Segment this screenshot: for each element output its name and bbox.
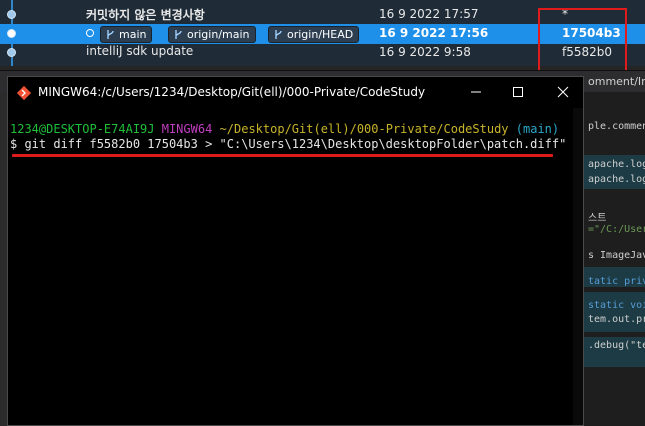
code-line: ="/C:/User: [588, 224, 645, 235]
minimize-button[interactable]: [461, 81, 491, 103]
prompt-path: ~/Desktop/Git(ell)/000-Private/CodeStudy: [219, 122, 509, 136]
git-bash-icon: [16, 85, 32, 101]
terminal-output[interactable]: 1234@DESKTOP-E74AI9J MINGW64 ~/Desktop/G…: [8, 108, 583, 425]
terminal-title-bar[interactable]: MINGW64:/c/Users/1234/Desktop/Git(ell)/0…: [8, 77, 583, 108]
ide-tab-label[interactable]: omment/Ima: [588, 75, 645, 88]
minimize-icon: [471, 91, 481, 93]
command-underline: [12, 154, 553, 157]
branch-tag-origin-head[interactable]: origin/HEAD: [268, 26, 360, 43]
close-icon: [557, 86, 569, 98]
code-line: s ImageJav: [588, 250, 645, 261]
terminal-scrollbar[interactable]: [573, 108, 583, 425]
code-line: tem.out.pr: [588, 314, 645, 325]
maximize-icon: [513, 87, 523, 97]
commit-node-icon: [7, 10, 16, 19]
branch-icon: [175, 30, 182, 39]
branch-tag-origin-main[interactable]: origin/main: [168, 26, 256, 43]
commit-message: 커밋하지 않은 변경사항: [86, 8, 205, 22]
code-line: tatic priv: [588, 276, 645, 287]
prompt-shell: MINGW64: [161, 122, 213, 136]
code-highlight: [580, 292, 645, 332]
code-line: static voi: [588, 300, 645, 311]
close-button[interactable]: [548, 81, 578, 103]
terminal-window[interactable]: MINGW64:/c/Users/1234/Desktop/Git(ell)/0…: [7, 76, 584, 426]
terminal-title: MINGW64:/c/Users/1234/Desktop/Git(ell)/0…: [38, 85, 426, 99]
prompt-branch: (main): [515, 122, 560, 136]
commit-date: 16 9 2022 9:58: [379, 45, 471, 59]
branch-tag-main[interactable]: main: [100, 26, 153, 43]
hash-highlight-box: [538, 8, 627, 72]
prompt-line: 1234@DESKTOP-E74AI9J MINGW64 ~/Desktop/G…: [10, 122, 559, 136]
code-line: .debug("te: [588, 340, 645, 351]
command-line: $ git diff f5582b0 17504b3 > "C:\Users\1…: [10, 137, 567, 151]
code-line: ple.commen: [588, 121, 645, 132]
head-circle-icon: [86, 29, 94, 37]
prompt-user: 1234@DESKTOP-E74AI9J: [10, 122, 155, 136]
commit-date: 16 9 2022 17:57: [379, 7, 479, 21]
commit-date: 16 9 2022 17:56: [379, 26, 489, 40]
commit-node-icon: [7, 29, 16, 38]
ide-left-gutter: [0, 92, 7, 426]
code-line: apache.log: [588, 174, 645, 185]
branch-icon: [107, 30, 114, 39]
commit-node-icon: [7, 48, 16, 57]
branch-icon: [275, 30, 282, 39]
code-line: 스트: [588, 213, 607, 224]
commit-message: intelliJ sdk update: [86, 44, 194, 58]
code-line: apache.log: [588, 159, 645, 170]
maximize-button[interactable]: [503, 81, 533, 103]
